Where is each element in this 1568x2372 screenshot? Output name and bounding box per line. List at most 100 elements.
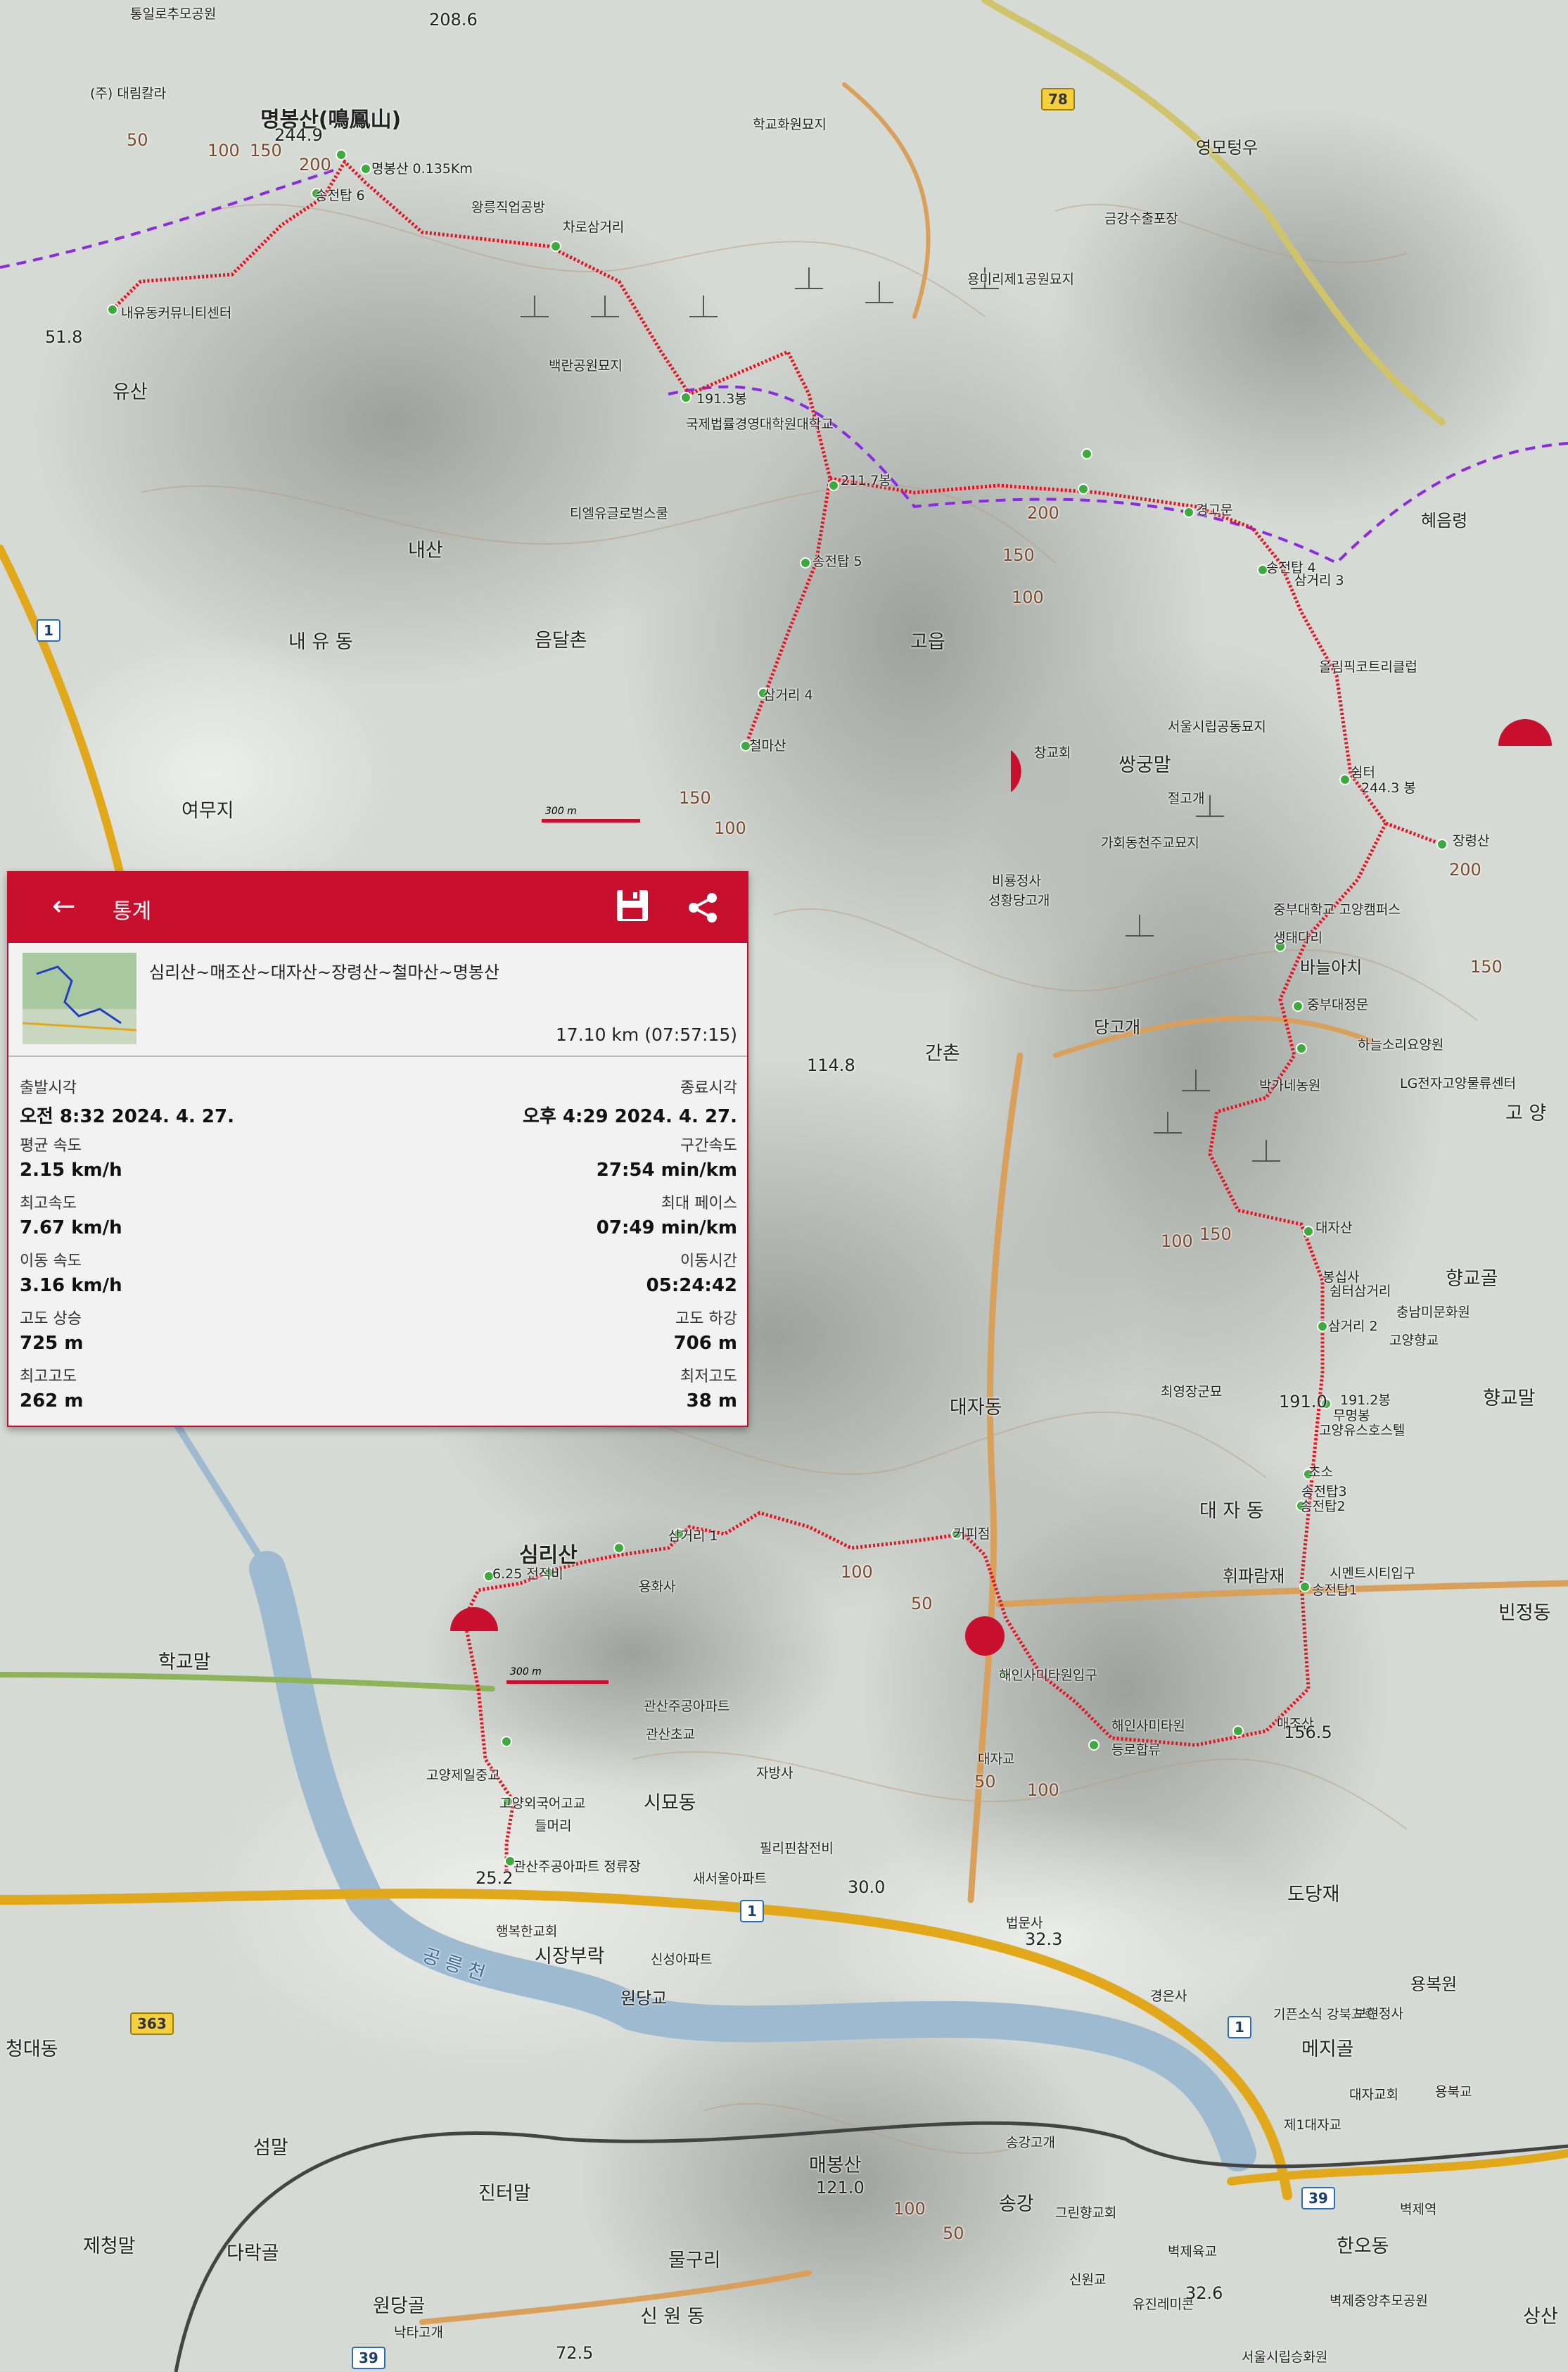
stat-value: 3.16 km/h [20, 1275, 122, 1296]
road-363-badge: 363 [130, 2012, 174, 2035]
stat-max-speed: 최고속도 7.67 km/h [20, 1191, 122, 1238]
poi-byeokje-station: 벽제역 [1400, 2202, 1437, 2217]
road-1-badge-c: 1 [1228, 2016, 1251, 2038]
save-icon[interactable] [615, 888, 650, 923]
contour-100-g: 100 [208, 141, 240, 160]
route-thumbnail [23, 953, 136, 1044]
poi-peak-211-7: 211.7봉 [841, 473, 891, 488]
stat-max-pace: 최대 페이스 07:49 min/km [597, 1191, 737, 1238]
place-daejadong: 대 자 동 [1199, 1500, 1264, 1522]
place-ganchon: 간촌 [925, 1043, 960, 1065]
poi-baneulachi: 바늘아치 [1300, 958, 1363, 977]
statistics-panel: ← 통계 심리산~매조산~대자산~장령산~철마산~명봉산 17.10 km (0… [7, 871, 748, 1427]
place-hanodong: 한오동 [1337, 2235, 1389, 2257]
place-wondanggol: 원당골 [373, 2295, 426, 2317]
stat-value: 7.67 km/h [20, 1217, 122, 1238]
poi-trailhead: 들머리 [535, 1818, 572, 1834]
poi-nakta-pass: 낙타고개 [394, 2325, 443, 2340]
poi-goyang-jeil-middle: 고양제일중교 [426, 1768, 500, 1783]
place-dangogae: 당고개 [1094, 1017, 1141, 1037]
place-sangsan: 상산 [1523, 2306, 1558, 2328]
poi-chungnam-culture: 충남미문화원 [1396, 1305, 1470, 1320]
poi-haneulsori: 하늘소리요양원 [1358, 1037, 1444, 1053]
place-daejadong-top: 대자동 [950, 1397, 1002, 1419]
poi-eco-bridge: 생태다리 [1273, 930, 1322, 946]
poi-junction-2: 삼거리 2 [1328, 1319, 1378, 1334]
poi-sinseong-apt: 신성아파트 [651, 1952, 713, 1967]
elevation-51-8: 51.8 [45, 327, 83, 347]
place-hyeeumryeong: 혜음령 [1421, 511, 1468, 531]
poi-625-monument: 6.25 전적비 [492, 1566, 563, 1582]
poi-daeja-church: 대자교회 [1349, 2087, 1398, 2103]
poi-tongil-memorial: 통일로추모공원 [130, 6, 217, 22]
back-arrow-icon[interactable]: ← [52, 892, 76, 920]
place-naeyudong: 내 유 동 [288, 631, 353, 653]
contour-150-b: 150 [679, 788, 711, 808]
place-binjeongdong: 빈정동 [1498, 1602, 1551, 1624]
contour-150-e: 150 [250, 141, 282, 160]
poi-myeongbong-distance: 명봉산 0.135Km [371, 161, 473, 177]
stat-label: 최고고도 [20, 1368, 77, 1385]
poi-jeolgogae: 절고개 [1168, 791, 1205, 806]
poi-je1-daejagyo: 제1대자교 [1284, 2117, 1342, 2133]
place-seommal: 섬말 [253, 2137, 288, 2159]
poi-junction-3: 삼거리 3 [1294, 573, 1344, 588]
contour-50-d: 50 [127, 130, 148, 150]
contour-200-c: 200 [299, 155, 331, 175]
scale-label-top: 300 m [545, 806, 577, 817]
poi-junction-road: 차로삼거리 [563, 220, 625, 235]
stat-label: 이동 속도 [20, 1252, 82, 1270]
contour-100-c: 100 [1161, 1231, 1193, 1251]
elevation-32-6: 32.6 [1185, 2283, 1223, 2303]
poi-coffee-shop: 커피점 [953, 1526, 990, 1542]
poi-pylon-1: 송전탑1 [1312, 1583, 1358, 1598]
poi-pylon-5: 송전탑 5 [812, 554, 862, 569]
poi-parkgane-farm: 박가네농원 [1259, 1078, 1321, 1093]
place-ssanggungmal: 쌍궁말 [1118, 754, 1171, 776]
poi-seoul-crematorium: 서울시립승화원 [1242, 2349, 1328, 2365]
elevation-72-5: 72.5 [556, 2343, 594, 2363]
poi-haeinsa-entrance: 해인사미타원입구 [999, 1668, 1097, 1683]
stat-elevation-loss: 고도 하강 706 m [674, 1306, 737, 1354]
poi-gwansan-apt: 관산주공아파트 [644, 1699, 730, 1714]
poi-cheolmasan: 철마산 [749, 738, 786, 754]
poi-songgang-pass: 송강고개 [1006, 2135, 1055, 2150]
place-megigol: 메지골 [1301, 2038, 1354, 2060]
contour-100-d: 100 [841, 1562, 873, 1582]
poi-guard-post: 초소 [1308, 1464, 1333, 1480]
place-yeongmoteongu: 영모텅우 [1196, 138, 1258, 158]
poi-byeokje-memorial: 벽제중앙추모공원 [1330, 2293, 1428, 2309]
poi-choeyoung-tomb: 최영장군묘 [1161, 1384, 1223, 1400]
elevation-191-0: 191.0 [1279, 1392, 1327, 1412]
route-name: 심리산~매조산~대자산~장령산~철마산~명봉산 [149, 963, 499, 982]
stat-moving-speed: 이동 속도 3.16 km/h [20, 1248, 122, 1296]
share-icon[interactable] [684, 888, 723, 927]
contour-100-b: 100 [714, 818, 746, 838]
poi-beopmunsa: 법문사 [1006, 1915, 1043, 1931]
place-goeup: 고읍 [910, 631, 945, 653]
stat-value: 2.15 km/h [20, 1160, 122, 1181]
poi-naeyudong-center: 내유동커뮤니티센터 [121, 305, 232, 321]
peak-maebongsan: 매봉산 [809, 2155, 862, 2176]
poi-pylon-6: 송전탑 6 [315, 188, 365, 203]
elevation-156-5: 156.5 [1284, 1723, 1332, 1742]
stat-avg-speed: 평균 속도 2.15 km/h [20, 1133, 122, 1181]
contour-50-a: 50 [911, 1594, 933, 1613]
place-yusan: 유산 [113, 381, 148, 403]
stat-end-time: 종료시각 오후 4:29 2024. 4. 27. [523, 1075, 737, 1128]
poi-yonghwasa: 용화사 [639, 1579, 676, 1594]
place-mulgori: 물구리 [668, 2250, 721, 2271]
contour-150-a: 150 [1002, 545, 1035, 565]
elevation-32-3: 32.3 [1025, 1929, 1063, 1949]
peak-maebongsan-elevation: 121.0 [816, 2178, 865, 2197]
poi-green-church: 그린향교회 [1055, 2205, 1117, 2221]
poi-junction-4: 삼거리 4 [763, 687, 813, 703]
place-hakgyomal: 학교말 [158, 1651, 211, 1673]
stat-value: 07:49 min/km [596, 1217, 737, 1238]
stat-value: 38 m [686, 1390, 737, 1412]
stat-label: 최고속도 [20, 1195, 77, 1212]
scale-label-bottom: 300 m [510, 1666, 542, 1677]
poi-seonghwangdang-pass: 성황당고개 [988, 893, 1050, 908]
contour-50-b: 50 [974, 1772, 996, 1791]
route-summary-row[interactable]: 심리산~매조산~대자산~장령산~철마산~명봉산 17.10 km (07:57:… [8, 943, 747, 1057]
